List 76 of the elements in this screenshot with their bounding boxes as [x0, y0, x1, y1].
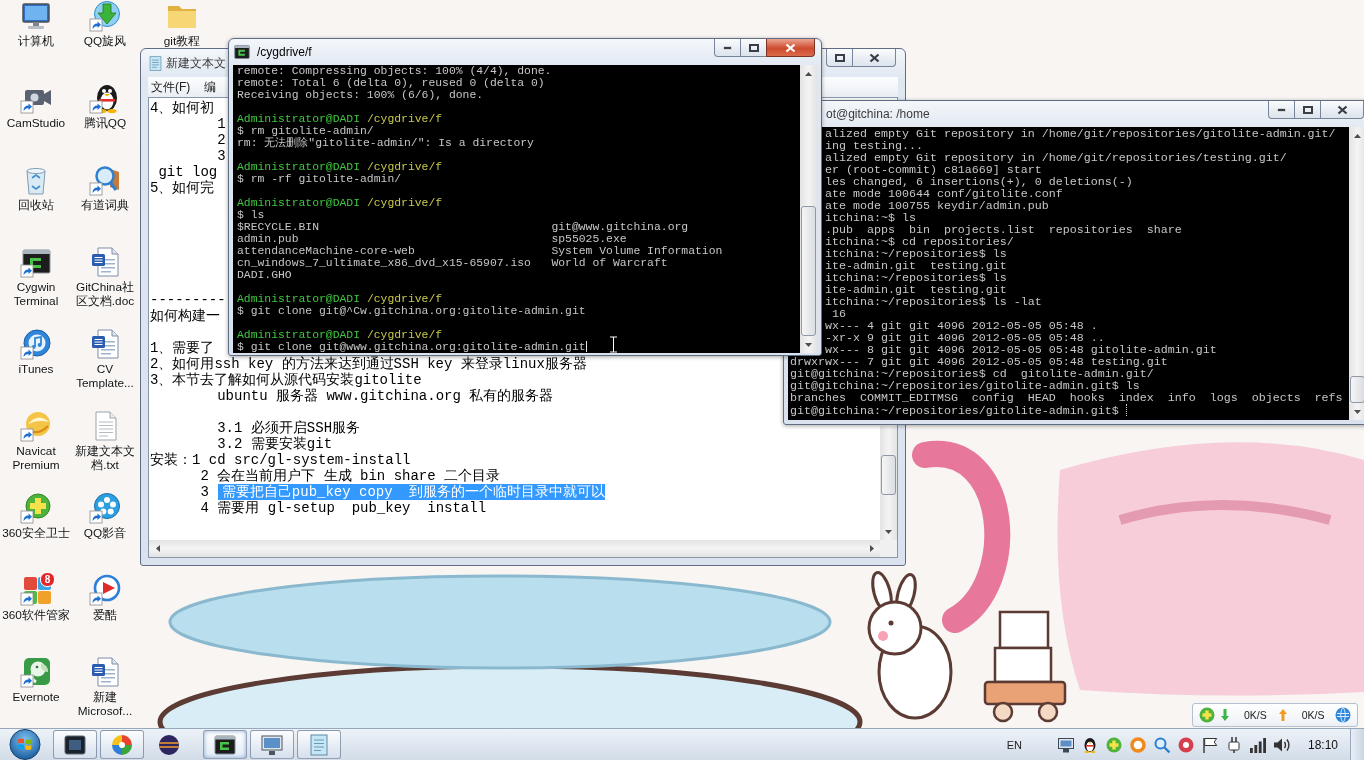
terminal-text: wx--- 8 git git 4096 2012-05-05 05:48 gitolite-admin.git	[824, 343, 1217, 357]
prompt-user: Administrator@DADI	[237, 113, 361, 125]
terminal-text: git@gitchina:~/repositories$ cd gitolite-admin.git/	[790, 367, 1154, 381]
terminal-text: $ git clone git@www.gitchina.org:gitolite-admin.git	[237, 341, 586, 353]
terminal-text: ite-admin.git testing.git	[824, 259, 1007, 273]
terminal-text: git@gitchina:~/repositories/gitolite-admin.git$	[790, 404, 1119, 418]
prompt-path: /cygdrive/f	[366, 161, 443, 173]
text-line: 3	[217, 148, 226, 164]
text-line: 4、如何初	[150, 100, 215, 116]
text-line: 2 会在当前用户下 生成 bin share 二个目录	[200, 468, 501, 484]
terminal-text: les changed, 6 insertions(+), 0 deletions(-)	[824, 175, 1133, 189]
window-title: ot@gitchina: /home	[826, 107, 930, 121]
terminal-text: wx--- 4 git git 4096 2012-05-05 05:48 .	[824, 319, 1098, 333]
text-line: 3	[200, 484, 209, 500]
text-line: 1	[217, 116, 226, 132]
terminal-text: Receiving objects: 100% (6/6), done.	[237, 89, 484, 101]
terminal-text: sp55025.exe	[551, 233, 627, 245]
terminal-text: $ git clone git@^Cw.gitchina.org:gitolite-admin.git	[237, 305, 586, 317]
text-line: 1、需要了	[150, 340, 215, 356]
terminal-text: ite-admin.git testing.git	[824, 283, 1007, 297]
terminal-text: itchina:~/repositories$ ls -lat	[824, 295, 1042, 309]
text-line: 3、本节去了解如何从源代码安装gitolite	[150, 372, 422, 388]
terminal-text: itchina:~/repositories$ ls	[824, 271, 1007, 285]
terminal-text: alized empty Git repository in /home/git/repositories/gitolite-admin.git/	[824, 127, 1336, 141]
terminal-text: itchina:~$ ls	[824, 211, 916, 225]
text-line: 5、如何完	[150, 180, 215, 196]
terminal-text: attendanceMachine-core-web	[237, 245, 415, 257]
prompt-user: Administrator@DADI	[237, 329, 361, 341]
prompt-user: Administrator@DADI	[237, 293, 361, 305]
selected-text: 需要把自己pub_key copy 到服务的一个临时目录中就可以	[217, 484, 606, 500]
terminal-text: -xr-x 9 git git 4096 2012-05-05 05:48 ..	[824, 331, 1105, 345]
text-line: ubuntu 服务器 www.gitchina.org 私有的服务器	[217, 388, 554, 404]
terminal-text: $RECYCLE.BIN	[237, 221, 320, 233]
terminal-text: ate mode 100644 conf/gitolite.conf	[824, 187, 1063, 201]
terminal-text: itchina:~/repositories$ ls	[824, 247, 1007, 261]
terminal-text: ing testing...	[824, 139, 923, 153]
terminal-text: .pub apps bin projects.list repositories share	[824, 223, 1182, 237]
prompt-path: /cygdrive/f	[366, 293, 443, 305]
terminal-text: remote: Compressing objects: 100% (4/4), done.	[237, 65, 552, 77]
terminal-text: rm: 无法删除"gitolite-admin/": Is a directory	[237, 137, 534, 149]
upload-speed: 0K/S	[1301, 709, 1325, 721]
terminal-text: DADI.GHO	[237, 269, 292, 281]
terminal-text: alized empty Git repository in /home/git/repositories/testing.git/	[824, 151, 1287, 165]
prompt-path: /cygdrive/f	[366, 197, 443, 209]
text-line: 4 需要用 gl-setup pub_key install	[200, 500, 487, 516]
text-line: 安装：1 cd src/gl-system-install	[150, 452, 411, 468]
terminal-text: System Volume Information	[551, 245, 723, 257]
text-line: 2	[217, 132, 226, 148]
window-title: 新建文本文	[166, 54, 226, 72]
text-line: git log	[158, 164, 218, 180]
terminal-text: itchina:~$ cd repositories/	[824, 235, 1014, 249]
terminal-text: git@www.gitchina.org	[551, 221, 689, 233]
prompt-user: Administrator@DADI	[237, 161, 361, 173]
terminal-text: $ rm -rf gitolite-admin/	[237, 173, 402, 185]
text-line: 3.2 需要安装git	[217, 436, 333, 452]
terminal-text: remote: Total 6 (delta 0), reused 0 (delta 0)	[237, 77, 545, 89]
terminal-text: admin.pub	[237, 233, 299, 245]
terminal-text: 16	[831, 307, 846, 321]
text-line: 3.1 必须开启SSH服务	[217, 420, 361, 436]
prompt-path: /cygdrive/f	[366, 113, 443, 125]
terminal-text: $ ls	[237, 209, 265, 221]
text-line: ---------	[150, 292, 226, 308]
window-title: /cygdrive/f	[257, 45, 312, 59]
terminal-text: drwxrwx--- 7 git git 4096 2012-05-05 05:48 testing.git	[790, 355, 1168, 369]
prompt-path: /cygdrive/f	[366, 329, 443, 341]
terminal-text: cn_windows_7_ultimate_x86_dvd_x15-65907.iso	[237, 257, 531, 269]
terminal-text: ate mode 100755 keydir/admin.pub	[824, 199, 1049, 213]
download-speed: 0K/S	[1244, 709, 1267, 721]
terminal-text: branches COMMIT_EDITMSG config HEAD hooks index info logs objects refs	[790, 391, 1343, 405]
text-line: 如何构建一	[150, 308, 220, 324]
terminal-text: World of Warcraft	[551, 257, 668, 269]
terminal-text: $ rm gitolite-admin/	[237, 125, 374, 137]
prompt-user: Administrator@DADI	[237, 197, 361, 209]
text-line: 2、如何用ssh key 的方法来达到通过SSH key 来登录linux服务器	[150, 356, 587, 372]
terminal-text: er (root-commit) c81a669] start	[824, 163, 1042, 177]
terminal-text: git@gitchina:~/repositories/gitolite-admin.git$ ls	[790, 379, 1140, 393]
